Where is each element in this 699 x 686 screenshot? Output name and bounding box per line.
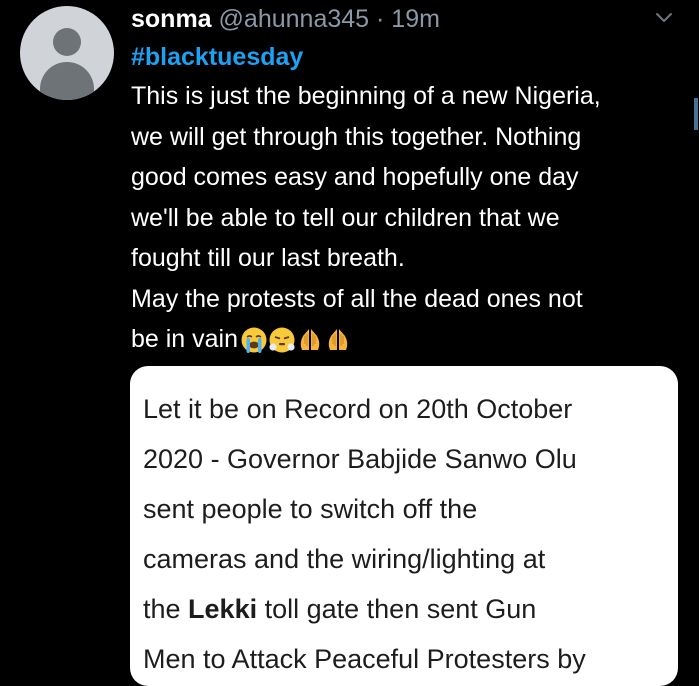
tweet-text-line: we will get through this together. Nothi… (131, 122, 582, 151)
default-avatar-icon (53, 28, 81, 56)
attached-image-text: Let it be on Record on 20th October 2020… (143, 384, 678, 684)
loudly-crying-face-icon (241, 327, 267, 354)
emoji-group (240, 320, 352, 361)
avatar[interactable] (20, 6, 114, 100)
folded-hands-icon (328, 329, 348, 351)
tweet-text-line: May the protests of all the dead ones no… (131, 284, 583, 313)
tweet-text: This is just the beginning of a new Nige… (131, 76, 691, 361)
chevron-down-icon[interactable] (652, 6, 676, 30)
image-text-line: Let it be on Record on 20th October (143, 394, 573, 424)
attached-image[interactable]: Let it be on Record on 20th October 2020… (130, 366, 678, 686)
image-text-line: the Lekki toll gate then sent Gun (143, 594, 537, 624)
user-handle[interactable]: @ahunna345 (219, 5, 370, 33)
separator: · (376, 5, 385, 33)
folded-hands-icon (300, 329, 320, 351)
tweet-text-line: we'll be able to tell our children that … (131, 203, 560, 232)
tweet-text-last-line: be in vain (131, 325, 239, 353)
image-text-line: sent people to switch off the (143, 494, 478, 524)
timestamp[interactable]: 19m (391, 5, 440, 33)
tweet-text-line: This is just the beginning of a new Nige… (131, 82, 601, 110)
display-name[interactable]: sonma (131, 5, 212, 33)
scroll-indicator[interactable] (694, 98, 698, 130)
face-with-steam-icon (269, 327, 295, 353)
tweet[interactable]: sonma @ahunna345 · 19m #blacktuesday Thi… (0, 0, 699, 686)
image-text-line: 2020 - Governor Babjide Sanwo Olu (143, 444, 577, 474)
tweet-text-line: good comes easy and hopefully one day (131, 163, 579, 191)
tweet-text-line: be in vain (131, 319, 691, 361)
image-text-bold: Lekki (188, 594, 258, 624)
tweet-header: sonma @ahunna345 · 19m (131, 2, 440, 36)
image-text-line: cameras and the wiring/lighting at (143, 544, 546, 574)
hashtag-link[interactable]: #blacktuesday (131, 40, 303, 74)
tweet-text-line: fought till our last breath. (131, 244, 405, 272)
